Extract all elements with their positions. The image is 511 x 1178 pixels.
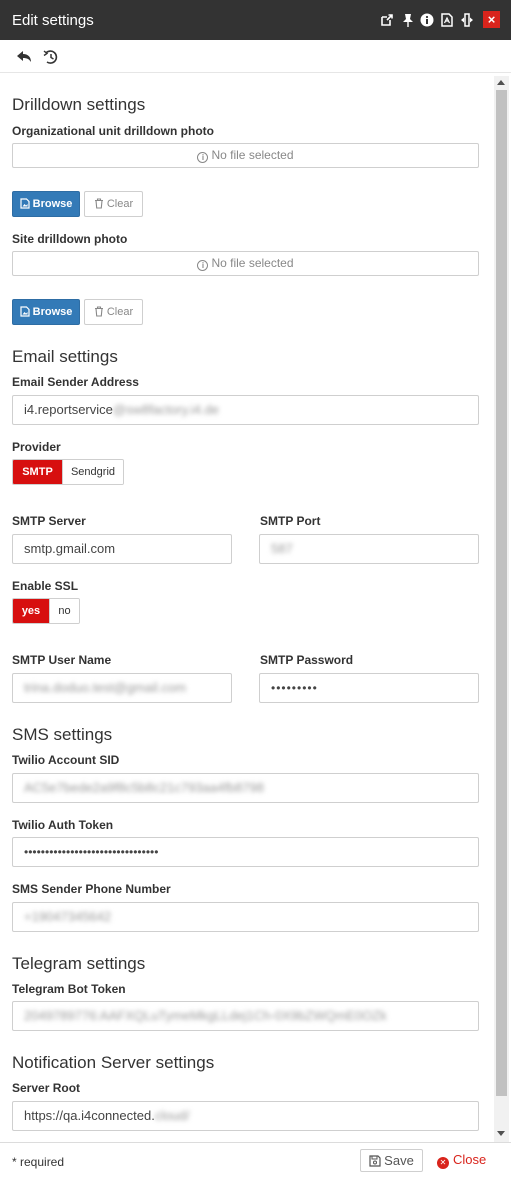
sender-address-label: Email Sender Address	[12, 375, 139, 389]
scrollbar-thumb[interactable]	[496, 90, 507, 1096]
save-label: Save	[384, 1153, 414, 1168]
vertical-scrollbar[interactable]	[494, 76, 509, 1142]
server-root-label: Server Root	[12, 1081, 81, 1095]
email-heading: Email settings	[12, 347, 118, 366]
sms-heading: SMS settings	[12, 725, 113, 744]
sender-address-visible: i4.reportservice	[24, 402, 113, 417]
save-button[interactable]: Save	[360, 1149, 423, 1172]
site-photo-clear-button[interactable]: Clear	[84, 299, 143, 325]
sms-phone-value: +19047345642	[24, 909, 112, 924]
smtp-user-label: SMTP User Name	[12, 653, 112, 667]
smtp-password-input[interactable]: •••••••••	[259, 673, 479, 703]
dialog-footer: * required Save ✕ Close	[0, 1142, 511, 1178]
scroll-down-arrow-icon[interactable]	[497, 1131, 505, 1136]
provider-toggle: SMTP Sendgrid	[12, 459, 124, 485]
telegram-token-input[interactable]: 2049789776:AAFXQLuTymeMkgLLdej1Ch-0X9bZW…	[12, 1001, 479, 1031]
info-icon: i	[197, 260, 209, 271]
drilldown-heading: Drilldown settings	[12, 95, 146, 114]
smtp-server-label: SMTP Server	[12, 514, 86, 528]
server-root-visible: https://qa.i4connected.	[24, 1108, 155, 1123]
ssl-option-yes[interactable]: yes	[13, 599, 49, 623]
ssl-option-no[interactable]: no	[49, 599, 79, 623]
smtp-user-value: trina.doduo.test@gmail.com	[24, 680, 187, 695]
settings-form: Drilldown settings Organizational unit d…	[0, 74, 494, 1142]
resize-icon[interactable]	[460, 12, 474, 28]
provider-label: Provider	[12, 440, 61, 454]
required-note: * required	[12, 1155, 65, 1169]
clear-label: Clear	[106, 198, 134, 210]
site-photo-file-display: i No file selected	[12, 251, 479, 276]
close-icon[interactable]: ×	[483, 11, 500, 28]
save-icon	[369, 1152, 381, 1173]
browse-label: Browse	[32, 306, 73, 318]
sms-phone-label: SMS Sender Phone Number	[12, 882, 171, 896]
smtp-user-input[interactable]: trina.doduo.test@gmail.com	[12, 673, 232, 703]
sms-phone-input[interactable]: +19047345642	[12, 902, 479, 932]
twilio-sid-value: AC5e7bede2a9f8c5b8c21c793aa4fb8798	[24, 780, 264, 795]
window-titlebar: Edit settings ×	[0, 0, 511, 40]
org-photo-file-display: i No file selected	[12, 143, 479, 168]
org-photo-label: Organizational unit drilldown photo	[12, 124, 214, 138]
pdf-icon[interactable]	[440, 12, 454, 28]
twilio-sid-input[interactable]: AC5e7bede2a9f8c5b8c21c793aa4fb8798	[12, 773, 479, 803]
provider-option-sendgrid[interactable]: Sendgrid	[62, 460, 123, 484]
file-image-icon	[20, 302, 30, 326]
smtp-password-label: SMTP Password	[260, 653, 354, 667]
server-root-input[interactable]: https://qa.i4connected.cloud/	[12, 1101, 479, 1131]
org-photo-file-text: No file selected	[211, 148, 294, 162]
clear-label: Clear	[106, 306, 134, 318]
window-title: Edit settings	[12, 12, 94, 29]
info-icon[interactable]	[420, 12, 434, 28]
external-link-icon[interactable]	[380, 12, 394, 28]
smtp-port-value: 587	[271, 541, 293, 556]
browse-label: Browse	[32, 198, 73, 210]
server-root-redacted: cloud/	[154, 1108, 190, 1123]
undo-icon[interactable]	[15, 48, 33, 66]
close-circle-icon: ✕	[437, 1157, 449, 1169]
ssl-label: Enable SSL	[12, 579, 79, 593]
org-photo-browse-button[interactable]: Browse	[12, 191, 80, 217]
notification-heading: Notification Server settings	[12, 1053, 215, 1072]
smtp-port-label: SMTP Port	[260, 514, 321, 528]
smtp-port-input[interactable]: 587	[259, 534, 479, 564]
ssl-toggle: yes no	[12, 598, 80, 624]
info-icon: i	[197, 152, 209, 163]
smtp-server-input[interactable]: smtp.gmail.com	[12, 534, 232, 564]
sender-address-input[interactable]: i4.reportservice@sw8factory.i4.de	[12, 395, 479, 425]
trash-icon	[94, 302, 104, 326]
file-image-icon	[20, 194, 30, 218]
telegram-token-value: 2049789776:AAFXQLuTymeMkgLLdej1Ch-0X9bZW…	[24, 1008, 387, 1023]
telegram-heading: Telegram settings	[12, 954, 146, 973]
scroll-up-arrow-icon[interactable]	[497, 80, 505, 85]
telegram-token-label: Telegram Bot Token	[12, 982, 126, 996]
close-button[interactable]: ✕ Close	[437, 1149, 489, 1172]
trash-icon	[94, 194, 104, 218]
site-photo-label: Site drilldown photo	[12, 232, 128, 246]
close-label: Close	[453, 1152, 487, 1167]
site-photo-browse-button[interactable]: Browse	[12, 299, 80, 325]
twilio-token-input[interactable]: ••••••••••••••••••••••••••••••••	[12, 837, 479, 867]
org-photo-clear-button[interactable]: Clear	[84, 191, 143, 217]
pin-icon[interactable]	[401, 12, 415, 28]
site-photo-file-text: No file selected	[211, 256, 294, 270]
twilio-sid-label: Twilio Account SID	[12, 753, 120, 767]
sender-address-redacted: @sw8factory.i4.de	[112, 402, 220, 417]
toolbar	[0, 40, 511, 73]
twilio-token-label: Twilio Auth Token	[12, 818, 114, 832]
history-icon[interactable]	[42, 48, 60, 66]
provider-option-smtp[interactable]: SMTP	[13, 460, 62, 484]
